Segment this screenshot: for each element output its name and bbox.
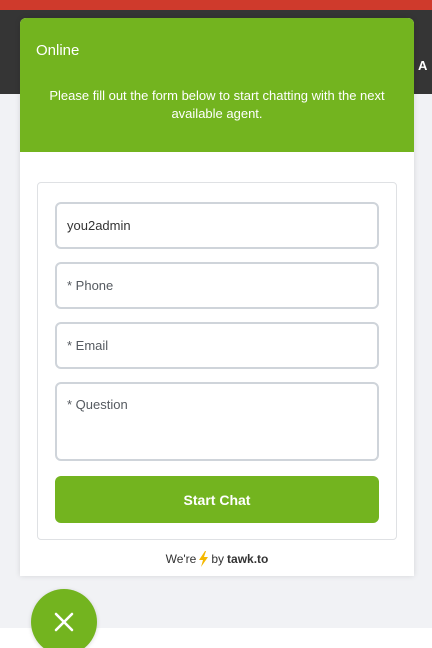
- brand-link[interactable]: tawk.to: [227, 552, 268, 566]
- phone-field[interactable]: * Phone: [55, 262, 379, 309]
- lightning-bolt-icon: [199, 551, 209, 567]
- powered-by-prefix: We're: [165, 552, 197, 566]
- chat-status-title: Online: [36, 42, 80, 59]
- name-field[interactable]: you2admin: [55, 202, 379, 249]
- chat-greeting: Please fill out the form below to start …: [49, 88, 385, 121]
- powered-by-middle: by: [211, 552, 225, 566]
- email-field-placeholder: * Email: [67, 338, 109, 353]
- prechat-form: you2admin * Phone * Email * Question Sta…: [37, 182, 397, 540]
- chat-widget: Online Please fill out the form below to…: [20, 18, 414, 576]
- site-top-bar: [0, 0, 432, 10]
- close-icon: [54, 612, 74, 632]
- start-chat-button[interactable]: Start Chat: [55, 476, 379, 523]
- chat-header: Online Please fill out the form below to…: [20, 18, 414, 152]
- name-field-value: you2admin: [67, 218, 131, 233]
- question-field-placeholder: * Question: [67, 397, 128, 412]
- question-field[interactable]: * Question: [55, 382, 379, 461]
- close-chat-button[interactable]: [31, 589, 97, 648]
- phone-field-placeholder: * Phone: [67, 278, 114, 293]
- email-field[interactable]: * Email: [55, 322, 379, 369]
- site-nav-text[interactable]: A: [418, 58, 428, 73]
- powered-by: We're by tawk.to: [20, 551, 414, 567]
